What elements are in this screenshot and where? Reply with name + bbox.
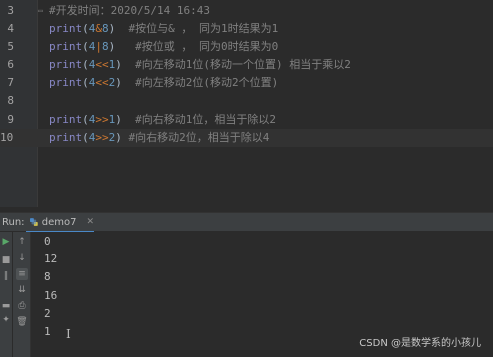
line-number: 10 — [0, 131, 14, 144]
code-text[interactable]: print(4|8) #按位或 ， 同为0时结果为0 — [49, 38, 278, 56]
code-line[interactable]: 7 print(4<<2) #向左移动2位(移动2个位置) — [0, 74, 493, 92]
scroll-to-end-icon[interactable]: ⇊ — [16, 284, 28, 296]
code-text[interactable]: print(4&8) #按位与& ， 同为1时结果为1 — [49, 20, 278, 38]
code-editor[interactable]: 3 ▭ #开发时间：2020/5/14 16:43 4 print(4&8) #… — [0, 0, 493, 207]
code-token: ) — [115, 113, 136, 126]
code-token: print — [49, 76, 83, 89]
code-token: print — [49, 22, 83, 35]
line-number: 6 — [7, 58, 14, 71]
trash-icon[interactable]: 🗑 — [16, 316, 28, 328]
code-token: print — [49, 58, 83, 71]
output-line: 0 — [44, 235, 51, 248]
code-token: 8 — [102, 22, 109, 35]
run-label: Run: — [2, 217, 25, 228]
code-token: ( — [82, 131, 89, 144]
code-token: >> — [95, 131, 109, 144]
code-token: ) — [115, 131, 129, 144]
code-token: ) — [115, 76, 136, 89]
close-icon[interactable]: ✕ — [86, 217, 94, 227]
code-token: #向右移动2位，相当于除以4 — [128, 131, 270, 144]
code-text[interactable]: #开发时间：2020/5/14 16:43 — [49, 2, 210, 20]
code-line[interactable]: 6 print(4<<1) #向左移动1位(移动一个位置) 相当于乘以2 — [0, 56, 493, 74]
code-token: print — [49, 40, 83, 53]
code-token: ) — [108, 40, 136, 53]
code-line[interactable]: 5 print(4|8) #按位或 ， 同为0时结果为0 — [0, 38, 493, 56]
scroll-up-icon[interactable]: ↑ — [16, 236, 28, 248]
run-tab-label: demo7 — [41, 216, 77, 228]
output-line: 12 — [44, 252, 58, 265]
code-text[interactable]: print(4<<2) #向左移动2位(移动2个位置) — [49, 74, 278, 92]
fold-marker-icon[interactable]: ▭ — [38, 6, 46, 16]
scroll-down-icon[interactable]: ↓ — [16, 252, 28, 264]
code-text[interactable]: print(4>>1) #向右移动1位，相当于除以2 — [49, 111, 276, 129]
output-line: 8 — [44, 270, 51, 283]
run-toolbar-right: ↑ ↓ ≡ ⇊ ⎙ 🗑 — [13, 232, 31, 357]
line-number: 7 — [7, 76, 14, 89]
line-number: 9 — [7, 113, 14, 126]
code-token: 8 — [102, 40, 109, 53]
rerun-icon[interactable]: ▶ — [0, 236, 12, 248]
code-token: #向左移动2位(移动2个位置) — [135, 76, 279, 89]
run-panel-header: Run: demo7 ✕ — [0, 212, 493, 233]
code-line[interactable]: 4 print(4&8) #按位与& ， 同为1时结果为1 — [0, 20, 493, 38]
code-token: | — [95, 40, 102, 53]
output-line: 16 — [44, 289, 58, 302]
code-token: print — [49, 131, 83, 144]
code-token: << — [95, 76, 109, 89]
code-text[interactable]: print(4<<1) #向左移动1位(移动一个位置) 相当于乘以2 — [49, 56, 351, 74]
code-token: #按位或 ， 同为0时结果为0 — [135, 40, 279, 53]
run-toolbar-left: ▶ ■ ‖ ▬ ✦ — [0, 232, 12, 357]
code-token: ( — [82, 40, 89, 53]
code-token: #按位与& ， 同为1时结果为1 — [128, 22, 279, 35]
layout-icon[interactable]: ▬ — [0, 300, 12, 312]
code-line[interactable]: 9 print(4>>1) #向右移动1位，相当于除以2 — [0, 111, 493, 129]
pause-icon[interactable]: ‖ — [0, 270, 12, 282]
watermark: CSDN @是数学系的小孩儿 — [359, 338, 481, 349]
code-line[interactable]: 3 ▭ #开发时间：2020/5/14 16:43 — [0, 2, 493, 20]
text-cursor-icon: I — [66, 327, 71, 341]
code-token: ( — [82, 76, 89, 89]
current-code-line[interactable]: 10 print(4>>2) #向右移动2位，相当于除以4 — [0, 129, 493, 147]
stop-icon[interactable]: ■ — [0, 254, 12, 266]
print-icon[interactable]: ⎙ — [16, 300, 28, 312]
output-line: 1 — [44, 325, 51, 338]
pin-icon[interactable]: ✦ — [0, 314, 12, 326]
run-tab-demo7[interactable]: demo7 ✕ — [26, 213, 94, 233]
code-token: ( — [82, 22, 89, 35]
soft-wrap-icon[interactable]: ≡ — [16, 268, 28, 280]
code-token: ) — [115, 58, 136, 71]
code-token: #向右移动1位，相当于除以2 — [135, 113, 276, 126]
code-token: & — [95, 22, 102, 35]
line-number: 4 — [7, 22, 14, 35]
line-number: 3 — [7, 4, 14, 17]
code-token: #开发时间：2020/5/14 16:43 — [49, 4, 210, 17]
code-token: ( — [82, 58, 89, 71]
code-token: >> — [95, 113, 109, 126]
code-token: ( — [82, 113, 89, 126]
code-text[interactable]: print(4>>2) #向右移动2位，相当于除以4 — [49, 129, 269, 147]
code-token: print — [49, 113, 83, 126]
code-token: << — [95, 58, 109, 71]
code-token: ) — [108, 22, 129, 35]
code-line[interactable]: 8 — [0, 92, 493, 110]
code-token: #向左移动1位(移动一个位置) 相当于乘以2 — [135, 58, 351, 71]
python-file-icon — [30, 218, 38, 226]
output-line: 2 — [44, 307, 51, 320]
line-number: 8 — [7, 94, 14, 107]
line-number: 5 — [7, 40, 14, 53]
